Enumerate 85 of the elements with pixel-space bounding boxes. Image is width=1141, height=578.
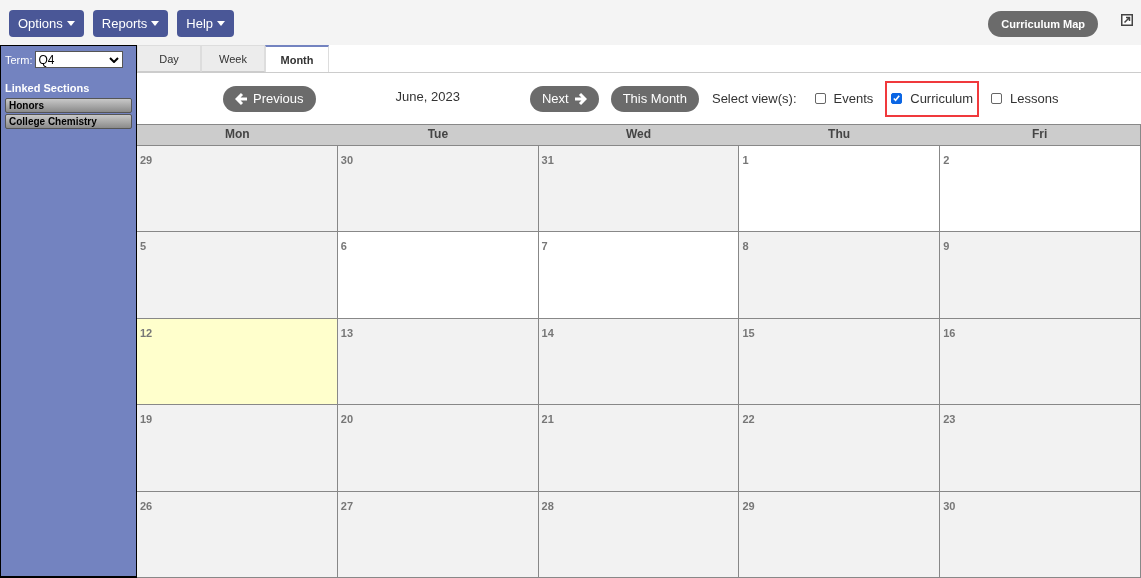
day-cell[interactable]: 27 <box>336 490 538 578</box>
day-cell[interactable]: 31 <box>537 145 739 232</box>
day-cell[interactable]: 30 <box>336 145 538 232</box>
day-cell[interactable]: 14 <box>537 317 739 405</box>
checkbox[interactable] <box>991 93 1003 104</box>
term-select[interactable]: Q4 <box>34 51 123 68</box>
section-item[interactable]: College Chemistry <box>5 114 132 129</box>
day-number: 9 <box>943 240 950 253</box>
checkbox[interactable] <box>814 93 826 104</box>
day-number: 29 <box>140 154 153 166</box>
day-cell[interactable]: 23 <box>939 404 1140 491</box>
day-number: 29 <box>742 499 755 512</box>
day-cell[interactable]: 13 <box>336 317 538 405</box>
day-number: 2 <box>943 154 950 166</box>
weekday-header: Fri <box>1031 126 1049 143</box>
month-title: June, 2023 <box>395 89 460 104</box>
section-item[interactable]: Honors <box>5 98 132 113</box>
day-number: 15 <box>742 326 755 339</box>
day-number: 7 <box>541 240 548 253</box>
day-cell[interactable]: 20 <box>336 404 538 491</box>
term-label: Term: <box>5 53 33 66</box>
chevron-icon <box>108 56 119 63</box>
day-cell[interactable]: 7 <box>537 231 739 318</box>
curriculum-map-button[interactable]: Curriculum Map <box>988 10 1098 37</box>
day-number: 13 <box>340 326 354 339</box>
caret-icon <box>217 21 226 26</box>
menu-button[interactable]: Reports <box>92 10 169 37</box>
day-number: 30 <box>943 499 956 512</box>
day-number: 23 <box>943 413 956 426</box>
menu-button[interactable]: Options <box>9 10 84 37</box>
weekday-header: Mon <box>223 126 251 143</box>
next-button[interactable]: Next <box>529 85 599 112</box>
day-cell[interactable]: 12 <box>137 317 337 405</box>
day-cell[interactable]: 28 <box>537 490 739 578</box>
checkbox[interactable] <box>891 93 903 104</box>
day-cell[interactable]: 26 <box>137 490 337 578</box>
day-number: 19 <box>140 413 153 426</box>
weekday-header: Thu <box>827 126 852 143</box>
day-cell[interactable]: 30 <box>939 490 1140 578</box>
checkbox-label: Curriculum <box>910 91 974 106</box>
day-cell[interactable]: 16 <box>939 317 1140 405</box>
day-number: 21 <box>541 413 554 426</box>
caret-icon <box>151 21 160 26</box>
day-cell[interactable]: 22 <box>738 404 940 491</box>
linked-sections-heading: Linked Sections <box>5 82 91 94</box>
day-number: 16 <box>943 326 956 339</box>
day-cell[interactable]: 1 <box>738 145 940 232</box>
day-number: 6 <box>340 240 347 253</box>
day-number: 31 <box>541 154 554 166</box>
day-number: 27 <box>340 499 354 512</box>
day-cell[interactable]: 29 <box>137 145 337 232</box>
day-number: 1 <box>742 154 749 166</box>
weekday-header: Tue <box>426 126 450 143</box>
caret-icon <box>66 21 75 26</box>
day-cell[interactable]: 6 <box>336 231 538 318</box>
day-number: 14 <box>541 326 554 339</box>
day-number: 28 <box>541 499 554 512</box>
day-number: 5 <box>140 240 147 253</box>
day-cell[interactable]: 5 <box>137 231 337 318</box>
day-number: 8 <box>742 240 749 253</box>
popout-icon[interactable] <box>1121 14 1133 26</box>
tab[interactable]: Day <box>137 45 201 72</box>
day-cell[interactable]: 9 <box>939 231 1140 318</box>
tab[interactable]: Week <box>201 45 265 72</box>
left-arrow-icon <box>235 91 249 106</box>
day-number: 22 <box>742 413 755 426</box>
day-cell[interactable]: 19 <box>137 404 337 491</box>
day-cell[interactable]: 15 <box>738 317 940 405</box>
day-number: 12 <box>140 326 153 339</box>
day-number: 26 <box>140 499 153 512</box>
day-number: 20 <box>340 413 354 426</box>
checkbox-label: Events <box>833 91 874 106</box>
this-month-button[interactable]: This Month <box>610 85 699 112</box>
right-arrow-icon <box>572 91 587 106</box>
menu-button[interactable]: Help <box>177 10 235 37</box>
tab[interactable]: Month <box>265 45 329 72</box>
day-cell[interactable]: 21 <box>537 404 739 491</box>
checkbox-label: Lessons <box>1010 91 1059 106</box>
previous-button[interactable]: Previous <box>223 85 316 112</box>
day-cell[interactable]: 29 <box>738 490 940 578</box>
day-cell[interactable]: 8 <box>738 231 940 318</box>
weekday-header: Wed <box>624 126 653 143</box>
select-views-label: Select view(s): <box>711 91 797 106</box>
day-cell[interactable]: 2 <box>939 145 1140 232</box>
day-number: 30 <box>340 154 354 166</box>
